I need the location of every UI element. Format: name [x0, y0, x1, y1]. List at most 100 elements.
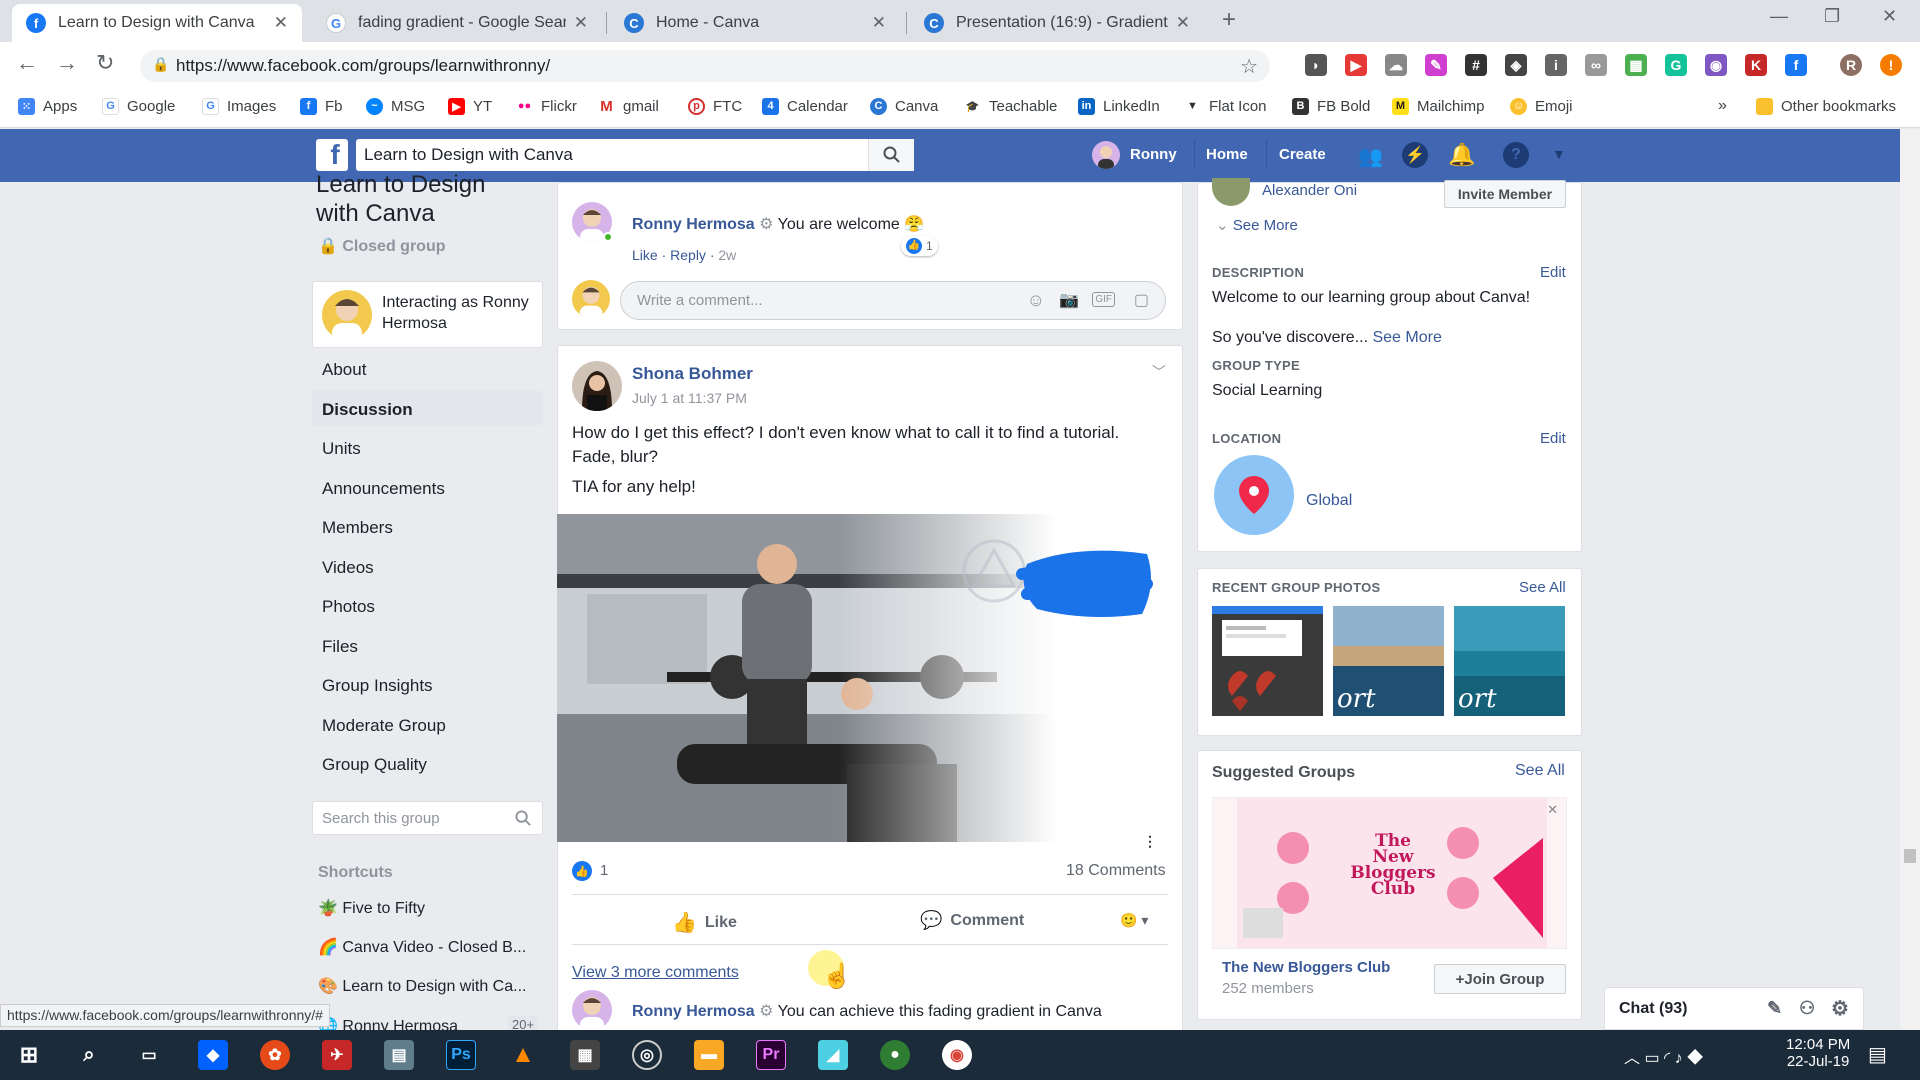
chevron-down-icon[interactable]: ▼ [1552, 146, 1566, 162]
comment-button[interactable]: 💬 Comment [920, 910, 1024, 931]
nav-discussion[interactable]: Discussion [322, 400, 413, 420]
join-group-button[interactable]: + Join Group [1434, 964, 1566, 994]
recent-photo-3[interactable]: ort [1454, 606, 1565, 716]
k-extension-icon[interactable]: K [1745, 54, 1767, 76]
file-explorer-icon[interactable]: ▬ [694, 1040, 724, 1070]
nav-about[interactable]: About [322, 360, 366, 380]
suggested-group-name[interactable]: The New Bloggers Club [1222, 959, 1390, 976]
shield-icon[interactable]: ◈ [1505, 54, 1527, 76]
description-see-more-link[interactable]: See More [1372, 329, 1441, 346]
comment-reply-link[interactable]: Reply [670, 247, 706, 263]
nav-videos[interactable]: Videos [322, 558, 374, 578]
system-tray-icons[interactable]: ︿ ▭ ◜ ♪ ◆ [1624, 1044, 1703, 1068]
bookmark-flickr[interactable]: ●● Flickr [516, 94, 577, 118]
task-view-icon[interactable]: ▭ [134, 1040, 164, 1070]
bookmark-emoji[interactable]: ☺ Emoji [1510, 94, 1573, 118]
recent-photo-1[interactable] [1212, 606, 1323, 716]
bookmark-linkedin[interactable]: in LinkedIn [1078, 94, 1160, 118]
tab-fading-gradient[interactable]: G fading gradient - Google Search ✕ [312, 4, 602, 42]
post-image[interactable] [557, 514, 1182, 842]
bookmark-google[interactable]: G Google [102, 94, 175, 118]
search-icon[interactable] [515, 810, 532, 832]
facebook-ext-icon[interactable]: f [1785, 54, 1807, 76]
shortcut-five-to-fifty[interactable]: 🪴 Five to Fifty [318, 898, 425, 918]
see-all-photos-link[interactable]: See All [1519, 579, 1566, 596]
edit-location-link[interactable]: Edit [1540, 430, 1566, 447]
edit-description-link[interactable]: Edit [1540, 264, 1566, 281]
facebook-logo-icon[interactable]: f [316, 139, 348, 171]
reaction-selector[interactable]: 🙂 ▾ [1120, 912, 1148, 929]
nav-moderate-group[interactable]: Moderate Group [322, 716, 446, 736]
nav-files[interactable]: Files [322, 637, 358, 657]
bookmark-calendar[interactable]: 4 Calendar [762, 94, 848, 118]
grammarly-icon[interactable]: G [1665, 54, 1687, 76]
post-like-count[interactable]: 1 [600, 862, 608, 879]
help-icon[interactable]: ? [1503, 142, 1529, 168]
location-value[interactable]: Global [1306, 492, 1352, 510]
comment-like-link[interactable]: Like [632, 247, 658, 263]
color-picker-icon[interactable]: ✎ [1425, 54, 1447, 76]
star-icon[interactable]: ☆ [1240, 54, 1258, 79]
bookmark-yt[interactable]: ▶ YT [448, 94, 492, 118]
facebook-search-input[interactable]: Learn to Design with Canva [356, 139, 914, 171]
scrollbar-thumb[interactable] [1904, 849, 1916, 863]
comment-reaction-count[interactable]: 👍 1 [901, 236, 938, 256]
comment-author[interactable]: Ronny Hermosa [632, 1003, 755, 1020]
nav-group-insights[interactable]: Group Insights [322, 676, 433, 696]
gif-icon[interactable]: GIF [1092, 292, 1115, 307]
nav-photos[interactable]: Photos [322, 597, 375, 617]
image-menu-icon[interactable]: ⋮ [1143, 833, 1157, 850]
pocket-icon[interactable]: ◗ [1305, 54, 1327, 76]
profile-avatar-icon[interactable]: R [1840, 54, 1862, 76]
nav-group-quality[interactable]: Group Quality [322, 755, 427, 775]
screencast-icon[interactable]: ▶ [1345, 54, 1367, 76]
forward-arrow-icon[interactable]: → [56, 50, 78, 76]
camera-icon[interactable]: 📷 [1059, 290, 1079, 310]
bookmark-apps[interactable]: ⁙ Apps [18, 94, 77, 118]
globe-icon[interactable]: ◉ [1705, 54, 1727, 76]
post-options-chevron-icon[interactable]: ﹀ [1152, 362, 1166, 382]
nav-units[interactable]: Units [322, 439, 361, 459]
nav-members[interactable]: Members [322, 518, 393, 538]
back-arrow-icon[interactable]: ← [16, 50, 38, 76]
search-icon[interactable] [868, 139, 914, 171]
calculator-icon[interactable]: ▦ [570, 1040, 600, 1070]
user-avatar[interactable] [1092, 141, 1120, 169]
close-icon[interactable]: ✕ [1176, 13, 1190, 33]
address-bar[interactable]: 🔒 https://www.facebook.com/groups/learnw… [140, 50, 1270, 82]
vlc-icon[interactable]: ▲ [508, 1040, 538, 1070]
sticker-icon[interactable]: ▢ [1134, 290, 1149, 310]
bookmark-mailchimp[interactable]: M Mailchimp [1392, 94, 1485, 118]
close-icon[interactable]: ✕ [574, 13, 588, 33]
cloud-icon[interactable]: ☁ [1385, 54, 1407, 76]
clock[interactable]: 12:04 PM 22-Jul-19 [1786, 1036, 1850, 1070]
app-icon[interactable]: ◢ [818, 1040, 848, 1070]
bookmark-ftc[interactable]: p FTC [688, 94, 742, 118]
bookmark-fb-bold[interactable]: B FB Bold [1292, 94, 1370, 118]
app-icon[interactable]: ✿ [260, 1040, 290, 1070]
gear-icon[interactable]: ⚙ [1831, 996, 1849, 1021]
post-timestamp[interactable]: July 1 at 11:37 PM [632, 390, 747, 406]
messenger-icon[interactable]: ⚡ [1402, 142, 1428, 168]
search-icon[interactable]: ⌕ [74, 1040, 104, 1070]
info-icon[interactable]: i [1545, 54, 1567, 76]
chrome-icon[interactable]: ◉ [942, 1040, 972, 1070]
close-icon[interactable]: ✕ [872, 13, 886, 33]
grid-extension-icon[interactable]: ▦ [1625, 54, 1647, 76]
close-window-button[interactable]: ✕ [1882, 6, 1897, 27]
recent-photo-2[interactable]: ort [1333, 606, 1444, 716]
invite-member-button[interactable]: Invite Member [1444, 180, 1566, 208]
page-scrollbar[interactable] [1900, 129, 1920, 1030]
see-more-members[interactable]: ⌄ See More [1216, 216, 1298, 234]
bookmark-msg[interactable]: ~ MSG [366, 94, 425, 118]
link-icon[interactable]: ∞ [1585, 54, 1607, 76]
bookmarks-overflow[interactable]: » [1718, 94, 1727, 118]
emoji-icon[interactable]: ☺ [1027, 290, 1045, 311]
app-icon[interactable]: ◎ [632, 1040, 662, 1070]
close-icon[interactable]: ✕ [274, 13, 288, 33]
restore-button[interactable]: ❐ [1824, 6, 1840, 27]
member-name[interactable]: Alexander Oni [1262, 182, 1357, 199]
new-group-icon[interactable]: ⚇ [1799, 998, 1815, 1019]
windows-start-icon[interactable]: ⊞ [14, 1040, 44, 1070]
notifications-bell-icon[interactable]: 🔔 [1448, 142, 1475, 168]
